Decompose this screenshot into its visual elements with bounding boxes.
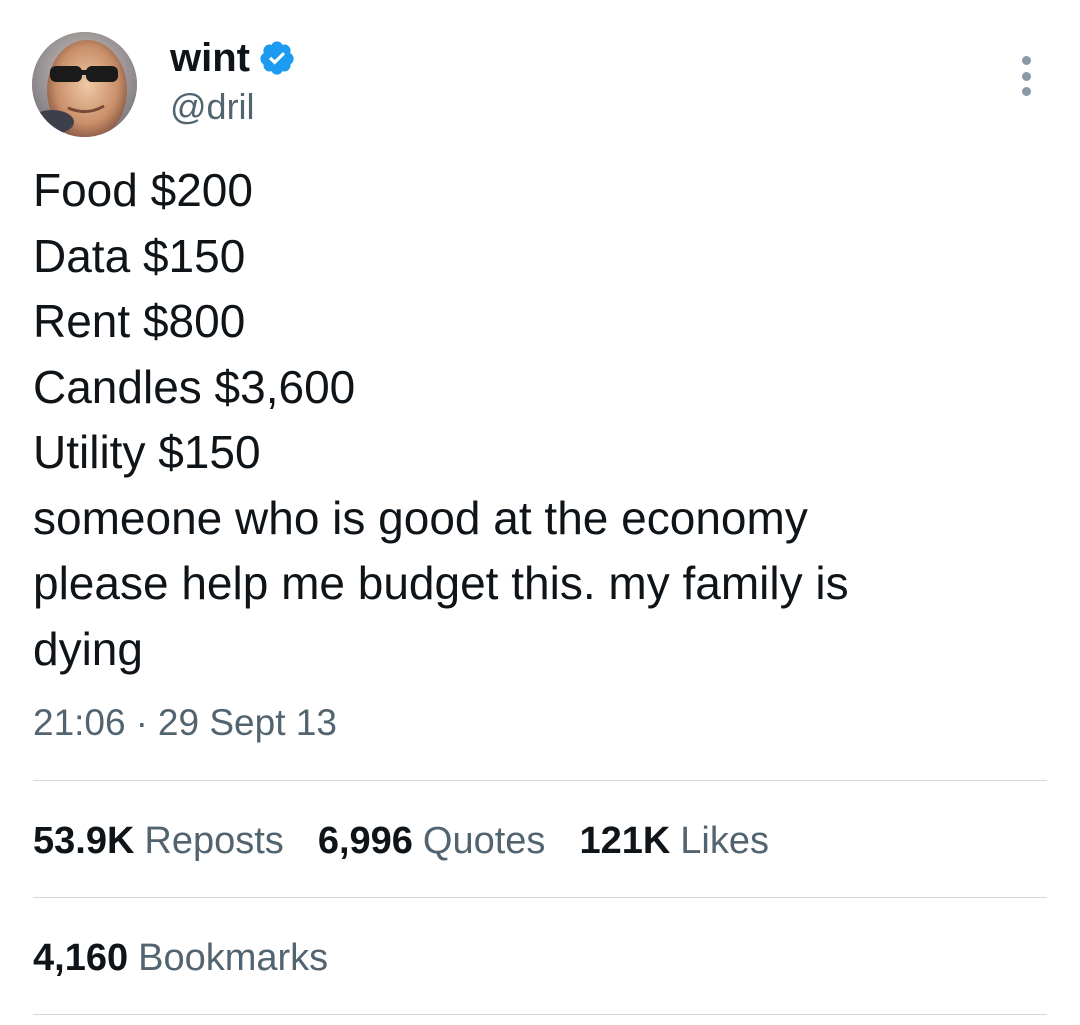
timestamp-separator: · bbox=[135, 702, 148, 743]
tweet-text-line: Candles $3,600 bbox=[33, 360, 356, 413]
quotes-label: Quotes bbox=[422, 820, 546, 862]
display-name[interactable]: wint bbox=[170, 36, 250, 80]
quotes-count: 6,996 bbox=[317, 820, 413, 862]
bookmarks-stat-inner[interactable]: 4,160 Bookmarks bbox=[33, 935, 328, 981]
reposts-label: Reposts bbox=[144, 820, 284, 862]
divider bbox=[33, 897, 1047, 898]
likes-label: Likes bbox=[680, 820, 769, 862]
more-vertical-icon[interactable] bbox=[1006, 54, 1046, 98]
bookmarks-stat[interactable]: 4,160 Bookmarks bbox=[33, 935, 328, 981]
author-name-row[interactable]: wint bbox=[170, 36, 296, 80]
tweet-text-line: dying bbox=[33, 622, 143, 675]
likes-count: 121K bbox=[579, 820, 671, 862]
reposts-count: 53.9K bbox=[33, 820, 135, 862]
tweet-text-line: Utility $150 bbox=[33, 426, 261, 478]
verified-badge-icon bbox=[258, 39, 296, 77]
tweet-date[interactable]: 29 Sept 13 bbox=[158, 700, 337, 746]
tweet-text-line: please help me budget this. my family is bbox=[33, 557, 849, 609]
tweet-detail: wint @dril Food $200 Data $150 Rent $800… bbox=[0, 0, 1080, 1025]
bookmarks-label: Bookmarks bbox=[138, 937, 329, 979]
quotes-stat[interactable]: 6,996 Quotes bbox=[318, 818, 546, 864]
tweet-text-line: Rent $800 bbox=[33, 295, 246, 347]
avatar[interactable] bbox=[32, 32, 137, 137]
tweet-text-line: Food $200 bbox=[33, 164, 253, 216]
tweet-text-line: Data $150 bbox=[33, 229, 246, 282]
likes-stat[interactable]: 121K Likes bbox=[579, 818, 769, 864]
engagement-stats: 53.9K Reposts 6,996 Quotes 121K Likes bbox=[33, 818, 769, 864]
author-handle[interactable]: @dril bbox=[170, 86, 255, 128]
timestamp[interactable]: 21:06 · 29 Sept 13 bbox=[33, 700, 337, 746]
divider bbox=[33, 1014, 1047, 1015]
bookmarks-count: 4,160 bbox=[33, 937, 129, 979]
avatar-image bbox=[32, 32, 137, 137]
tweet-text-line: someone who is good at the economy bbox=[33, 491, 808, 544]
tweet-text: Food $200 Data $150 Rent $800 Candles $3… bbox=[33, 158, 1033, 682]
reposts-stat[interactable]: 53.9K Reposts bbox=[33, 818, 284, 864]
divider bbox=[33, 780, 1047, 781]
tweet-time[interactable]: 21:06 bbox=[33, 700, 126, 746]
